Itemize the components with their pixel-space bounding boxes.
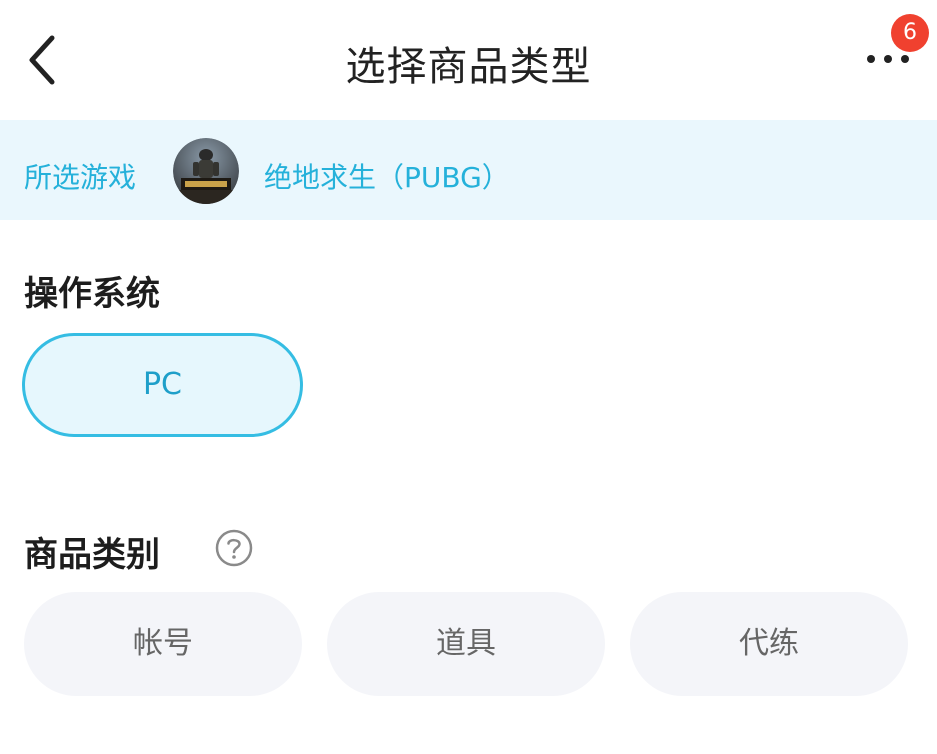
selected-game-bar[interactable]: 所选游戏 绝地求生（PUBG）: [0, 120, 937, 220]
category-option-item[interactable]: 道具: [327, 592, 605, 696]
category-section-title: 商品类别: [24, 535, 160, 575]
os-option-pc[interactable]: PC: [22, 333, 303, 437]
more-icon: [867, 55, 909, 63]
help-icon[interactable]: [214, 528, 254, 568]
header: 选择商品类型 6: [0, 0, 937, 120]
notification-badge: 6: [891, 14, 929, 52]
game-logo-image: [173, 138, 239, 204]
page-title: 选择商品类型: [345, 44, 592, 90]
category-option-boosting[interactable]: 代练: [630, 592, 908, 696]
page: 选择商品类型 6 所选游戏 绝地求生（PUBG） 操作系统 PC 商品类别 帐号…: [0, 0, 937, 754]
selected-game-label: 所选游戏: [24, 161, 137, 194]
selected-game-name: 绝地求生（PUBG）: [264, 161, 510, 194]
game-avatar: [173, 138, 239, 204]
os-section-title: 操作系统: [24, 274, 160, 314]
category-option-account[interactable]: 帐号: [24, 592, 302, 696]
